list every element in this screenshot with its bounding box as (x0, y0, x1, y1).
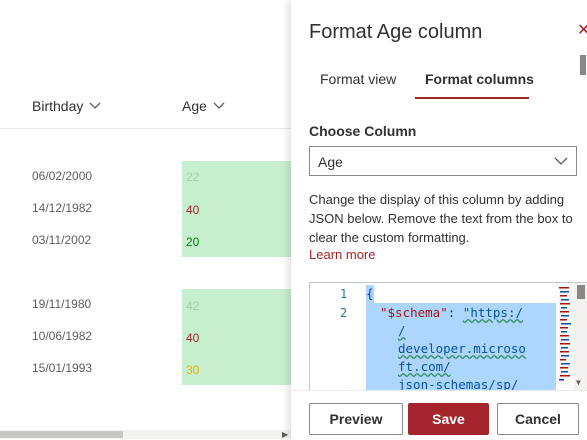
column-header-label: Birthday (32, 98, 84, 114)
chevron-down-icon (89, 102, 101, 109)
chevron-down-icon (213, 102, 225, 109)
column-select-value: Age (318, 154, 343, 170)
birthday-cell: 10/06/1982 (32, 329, 93, 343)
schema-url: developer.microso (398, 341, 526, 356)
list-view: Birthday Age 06/02/2000 22 14/12/1982 40… (0, 0, 291, 439)
panel-title: Format Age column (309, 21, 483, 43)
age-cell: 42 (186, 299, 200, 313)
description-text: Change the display of this column by add… (309, 192, 573, 245)
json-code-editor[interactable]: 1 2 { "$schema": "https:/ / developer.mi… (309, 282, 587, 391)
schema-url: "https:/ (462, 305, 524, 320)
birthday-cell: 06/02/2000 (32, 169, 93, 183)
cancel-button[interactable]: Cancel (497, 403, 579, 435)
line-number: 1 (340, 287, 348, 301)
age-cell: 40 (186, 203, 200, 217)
tab-format-view[interactable]: Format view (320, 71, 396, 87)
birthday-cell: 15/01/1993 (32, 361, 93, 375)
code-minimap[interactable] (558, 285, 572, 385)
tab-format-columns[interactable]: Format columns (425, 71, 534, 87)
schema-key: "$schema" (380, 305, 448, 320)
scroll-right-arrow-icon[interactable]: ▶ (282, 430, 288, 439)
column-select[interactable]: Age (309, 146, 577, 176)
editor-scrollbar[interactable] (574, 283, 587, 391)
learn-more-link[interactable]: Learn more (309, 247, 375, 262)
schema-url: ft.com/ (398, 359, 451, 374)
panel-footer: Preview Save Cancel (291, 390, 587, 440)
header-divider (0, 128, 291, 129)
selected-tab-indicator (415, 97, 529, 99)
schema-url: json-schemas/sp/ (398, 377, 519, 391)
horizontal-scroll-thumb[interactable] (0, 431, 123, 438)
choose-column-label: Choose Column (309, 123, 417, 139)
line-number: 2 (340, 306, 348, 320)
age-cell: 20 (186, 235, 200, 249)
format-column-panel: Format Age column ✕ Format view Format c… (291, 0, 587, 440)
panel-scrollbar-thumb[interactable] (580, 55, 586, 75)
column-header-label: Age (182, 98, 207, 114)
age-cell: 30 (186, 363, 200, 377)
preview-button[interactable]: Preview (309, 403, 403, 435)
code-brace: { (366, 286, 374, 301)
column-header-age[interactable]: Age (182, 98, 225, 114)
chevron-down-icon (554, 157, 568, 165)
birthday-cell: 14/12/1982 (32, 201, 93, 215)
close-icon[interactable]: ✕ (577, 20, 587, 40)
scroll-down-arrow-icon[interactable]: ▼ (576, 378, 581, 387)
save-button[interactable]: Save (408, 403, 489, 435)
editor-scroll-thumb[interactable] (577, 285, 585, 299)
column-header-birthday[interactable]: Birthday (32, 98, 101, 114)
schema-url: / (398, 323, 406, 338)
age-cell: 22 (186, 170, 200, 184)
age-cell: 40 (186, 331, 200, 345)
code-line: "$schema": "https:/ (380, 305, 524, 320)
birthday-cell: 19/11/1980 (32, 297, 92, 311)
birthday-cell: 03/11/2002 (32, 233, 92, 247)
